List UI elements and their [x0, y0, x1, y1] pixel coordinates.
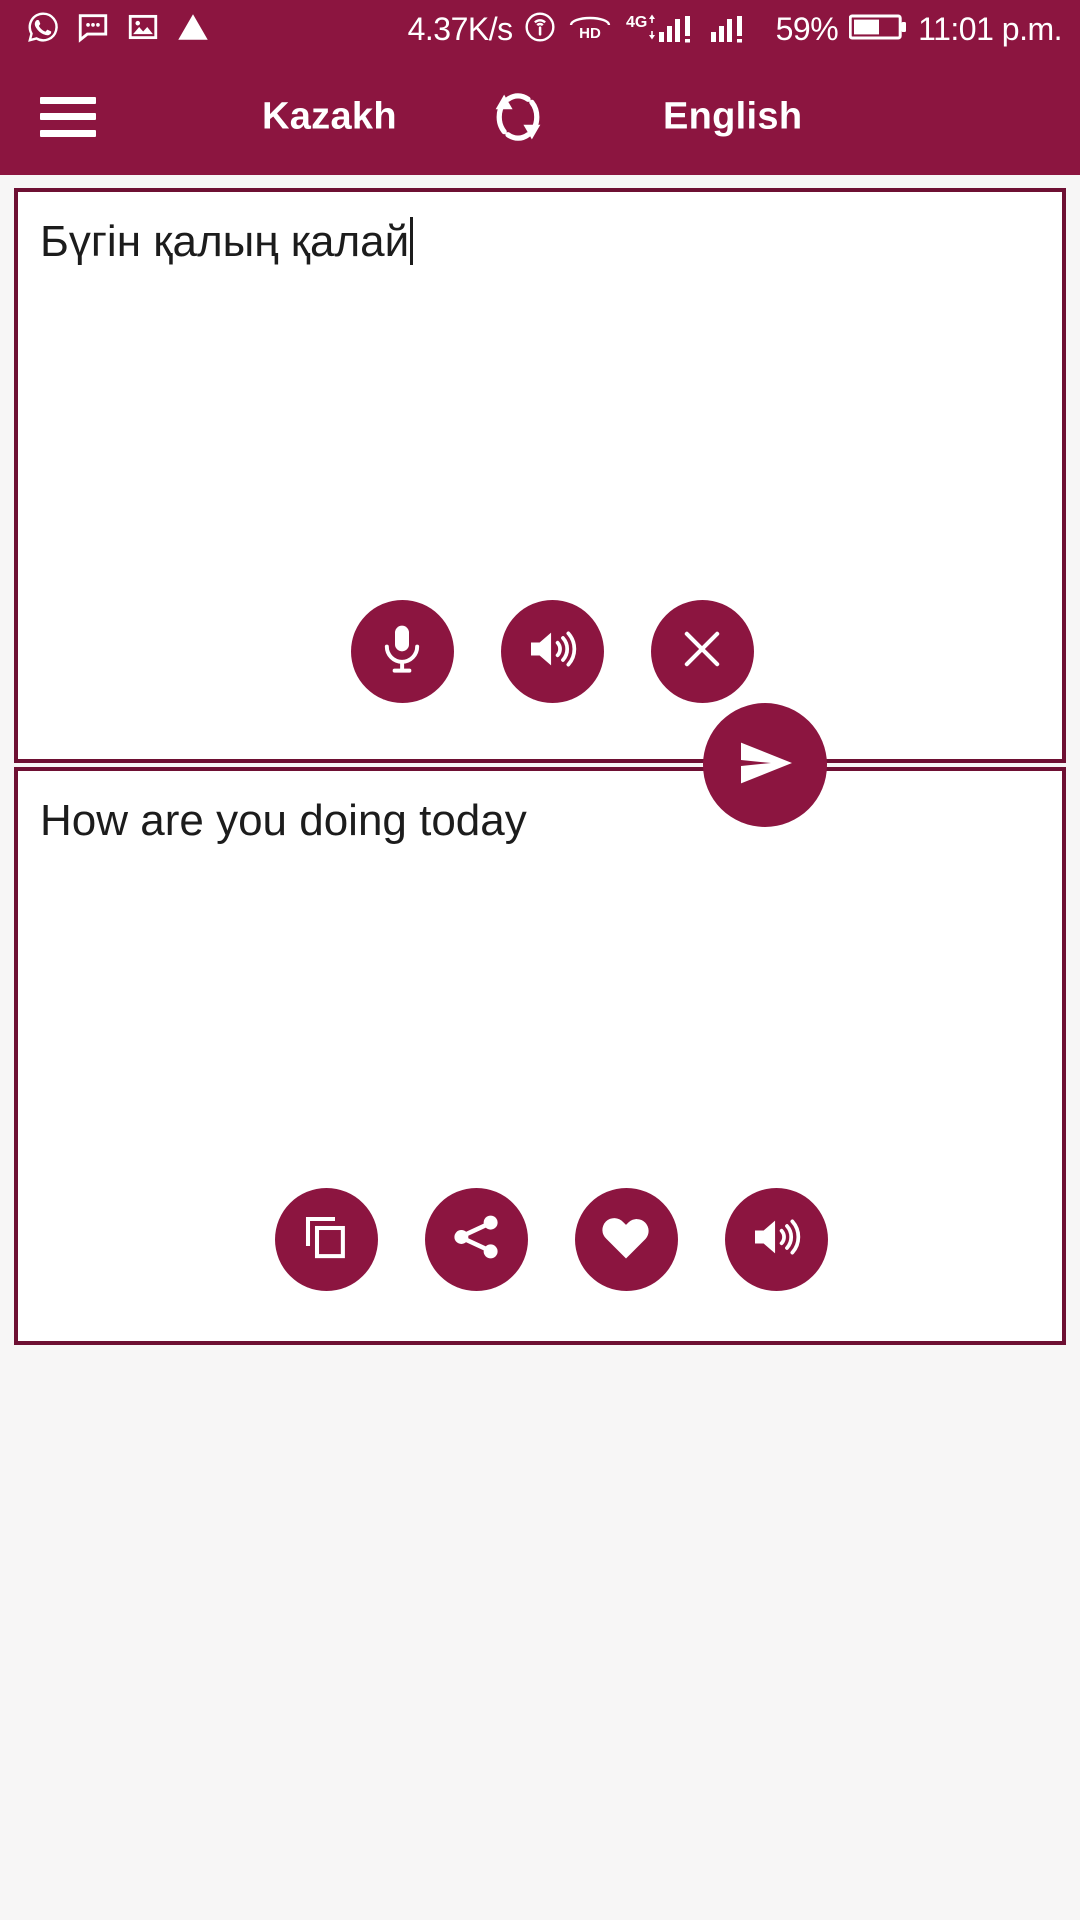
hamburger-menu-icon[interactable]	[40, 96, 96, 137]
status-bar: 4.37K/s HD 4G 59% 11:01 p.m.	[0, 0, 1080, 58]
network-type-signal-icon-2	[709, 10, 765, 49]
target-actions	[18, 1188, 1062, 1291]
source-text-value: Бүгін қалың қалай	[40, 217, 410, 266]
clock-label: 11:01 p.m.	[918, 11, 1062, 47]
hotspot-icon	[524, 11, 556, 48]
speak-target-button[interactable]	[724, 1188, 828, 1291]
svg-text:HD: HD	[579, 25, 601, 42]
network-speed-label: 4.37K/s	[407, 11, 514, 47]
source-text-panel[interactable]: Бүгін қалың қалай	[14, 188, 1066, 763]
share-button[interactable]	[424, 1188, 528, 1291]
speak-source-button[interactable]	[500, 600, 604, 703]
swap-languages-icon[interactable]	[481, 80, 555, 154]
source-text-input[interactable]: Бүгін қалың қалай	[40, 214, 1040, 269]
source-language-selector[interactable]: Kazakh	[262, 95, 397, 138]
heart-icon	[598, 1209, 654, 1270]
share-icon	[449, 1210, 503, 1269]
battery-icon	[848, 11, 907, 48]
copy-icon	[299, 1210, 353, 1269]
speaker-icon	[748, 1209, 804, 1270]
app-bar: Kazakh English	[0, 58, 1080, 175]
microphone-icon	[374, 621, 430, 682]
close-icon	[676, 623, 728, 680]
target-text-panel[interactable]: How are you doing today	[14, 767, 1066, 1345]
clear-button[interactable]	[650, 600, 754, 703]
whatsapp-icon	[26, 10, 60, 49]
svg-text:4G: 4G	[626, 14, 647, 31]
text-cursor	[410, 217, 414, 265]
warning-icon	[176, 10, 210, 49]
message-icon	[76, 10, 110, 49]
image-icon	[126, 10, 160, 49]
favorite-button[interactable]	[574, 1188, 678, 1291]
status-bar-notification-icons	[26, 10, 210, 49]
microphone-button[interactable]	[350, 600, 454, 703]
translated-text: How are you doing today	[40, 796, 527, 845]
speaker-icon	[524, 621, 580, 682]
hd-icon: HD	[567, 12, 613, 47]
send-button[interactable]	[703, 703, 827, 827]
status-bar-system-icons: 4.37K/s HD 4G 59% 11:01 p.m.	[408, 10, 1062, 49]
hamburger-bar	[40, 113, 96, 120]
hamburger-bar	[40, 129, 96, 137]
copy-button[interactable]	[274, 1188, 378, 1291]
send-icon	[729, 727, 801, 804]
source-actions	[18, 600, 1062, 703]
hamburger-bar	[40, 96, 96, 104]
network-type-signal-icon-1: 4G	[624, 10, 698, 49]
target-language-selector[interactable]: English	[663, 95, 802, 138]
battery-percent-label: 59%	[775, 11, 839, 47]
